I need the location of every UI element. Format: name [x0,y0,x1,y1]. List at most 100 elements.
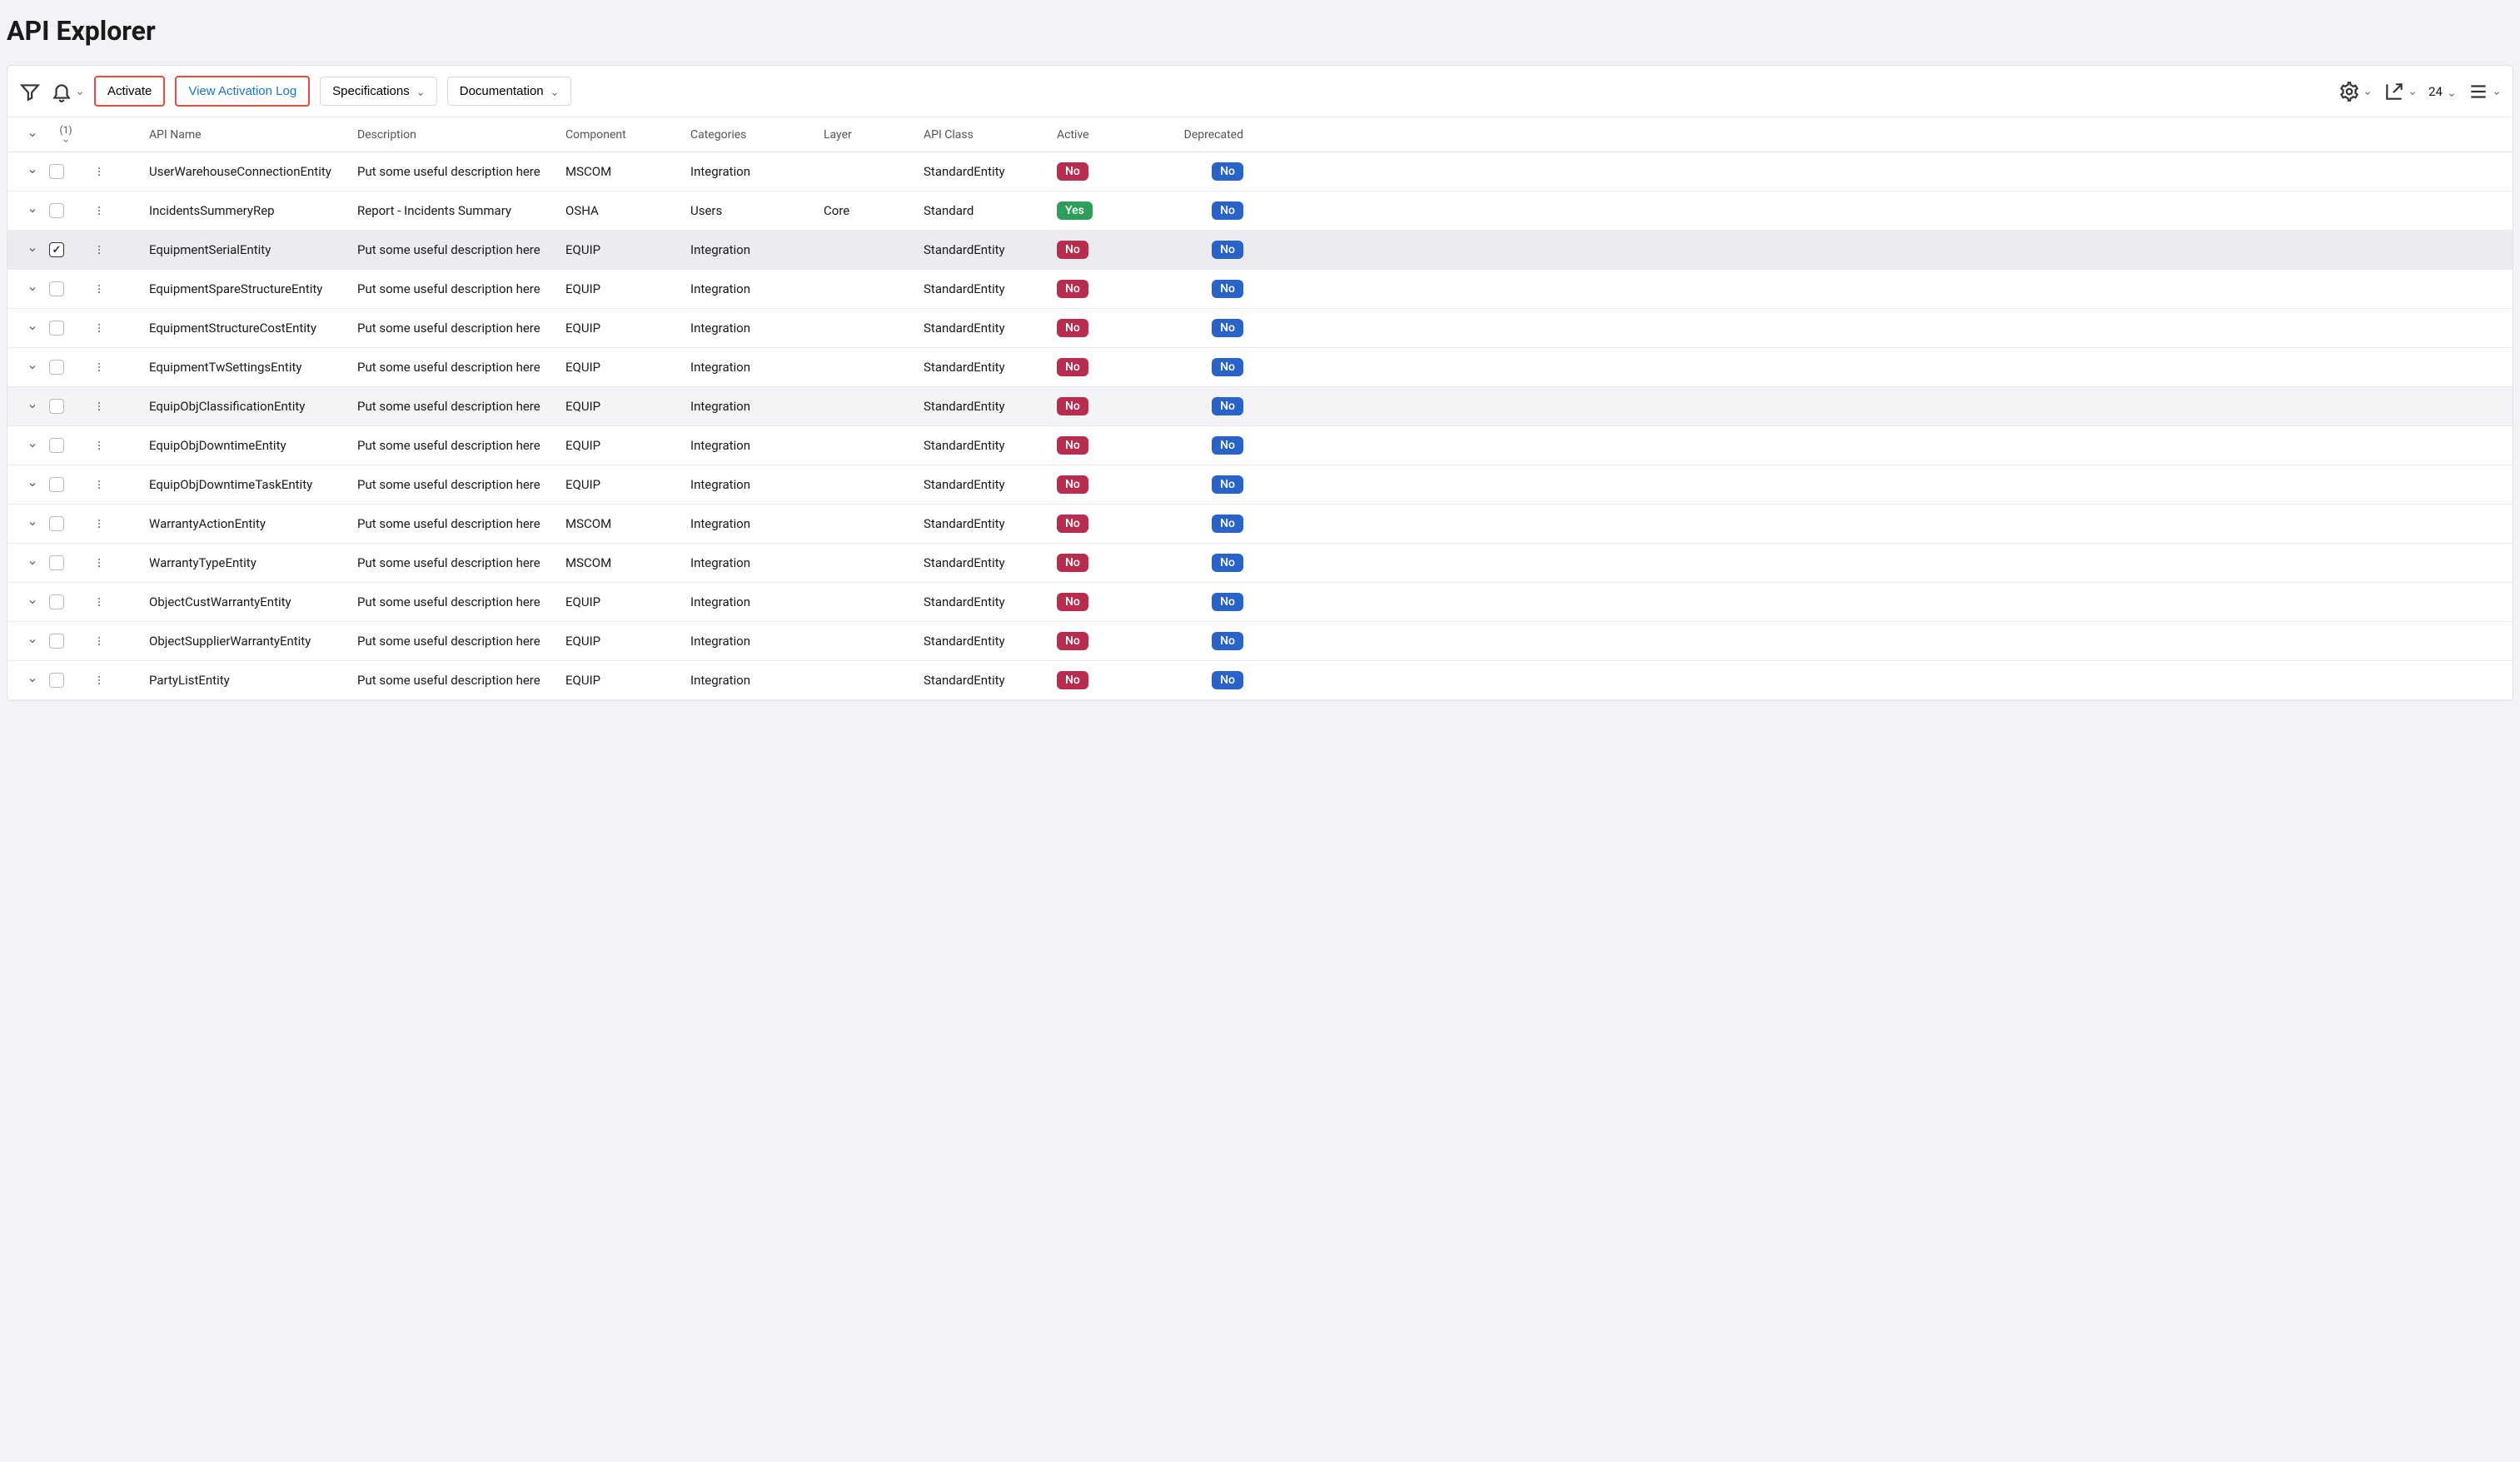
col-deprecated[interactable]: Deprecated [1173,128,1248,142]
deprecated-badge: No [1212,632,1243,650]
cell-api-name: EquipmentSerialEntity [149,242,357,257]
row-menu-button[interactable] [82,438,116,453]
table-row[interactable]: EquipmentSerialEntityPut some useful des… [7,231,2513,270]
table-row[interactable]: EquipmentTwSettingsEntityPut some useful… [7,348,2513,387]
view-mode-dropdown[interactable] [2468,81,2501,102]
deprecated-badge: No [1212,554,1243,572]
row-expand-toggle[interactable] [16,440,49,450]
row-menu-button[interactable] [82,164,116,179]
cell-api-name: UserWarehouseConnectionEntity [149,164,357,179]
cell-description: Put some useful description here [357,555,565,570]
specifications-dropdown[interactable]: Specifications [320,77,437,106]
documentation-dropdown[interactable]: Documentation [447,77,571,106]
cell-api-class: StandardEntity [924,164,1057,179]
active-badge: No [1057,162,1088,181]
row-checkbox[interactable] [49,360,64,375]
col-api-name[interactable]: API Name [149,128,357,142]
table-row[interactable]: EquipObjClassificationEntityPut some use… [7,387,2513,426]
table-row[interactable]: WarrantyTypeEntityPut some useful descri… [7,544,2513,583]
row-checkbox[interactable] [49,516,64,531]
page-size-dropdown[interactable]: 24 [2428,84,2456,99]
cell-api-class: StandardEntity [924,594,1057,609]
active-badge: No [1057,397,1088,415]
view-activation-log-button[interactable]: View Activation Log [175,76,310,107]
cell-description: Put some useful description here [357,673,565,688]
row-expand-toggle[interactable] [16,167,49,177]
col-component[interactable]: Component [565,128,690,142]
cell-component: EQUIP [565,477,690,492]
row-expand-toggle[interactable] [16,480,49,490]
table-row[interactable]: WarrantyActionEntityPut some useful desc… [7,505,2513,544]
row-menu-button[interactable] [82,516,116,531]
row-checkbox[interactable] [49,594,64,609]
row-checkbox[interactable] [49,164,64,179]
table-row[interactable]: EquipmentSpareStructureEntityPut some us… [7,270,2513,309]
table-row[interactable]: ObjectSupplierWarrantyEntityPut some use… [7,622,2513,661]
cell-description: Put some useful description here [357,321,565,336]
row-checkbox[interactable] [49,634,64,649]
expand-all-toggle[interactable] [16,130,49,140]
row-expand-toggle[interactable] [16,636,49,646]
table-row[interactable]: ObjectCustWarrantyEntityPut some useful … [7,583,2513,622]
cell-description: Put some useful description here [357,281,565,296]
col-active[interactable]: Active [1057,128,1173,142]
col-categories[interactable]: Categories [690,128,824,142]
row-menu-button[interactable] [82,281,116,296]
row-checkbox[interactable] [49,399,64,414]
row-expand-toggle[interactable] [16,675,49,685]
row-checkbox[interactable] [49,555,64,570]
table-row[interactable]: UserWarehouseConnectionEntityPut some us… [7,152,2513,191]
row-menu-button[interactable] [82,203,116,218]
row-checkbox[interactable] [49,438,64,453]
active-badge: No [1057,554,1088,572]
deprecated-badge: No [1212,397,1243,415]
active-badge: No [1057,280,1088,298]
row-expand-toggle[interactable] [16,597,49,607]
activate-button[interactable]: Activate [94,76,165,107]
row-expand-toggle[interactable] [16,558,49,568]
cell-api-class: StandardEntity [924,281,1057,296]
cell-api-name: ObjectSupplierWarrantyEntity [149,634,357,649]
row-checkbox[interactable] [49,203,64,218]
row-menu-button[interactable] [82,555,116,570]
cell-api-name: IncidentsSummeryRep [149,203,357,218]
row-checkbox[interactable] [49,673,64,688]
cell-categories: Integration [690,477,824,492]
table-row[interactable]: PartyListEntityPut some useful descripti… [7,661,2513,700]
notifications-dropdown[interactable] [51,81,84,102]
table-row[interactable]: EquipmentStructureCostEntityPut some use… [7,309,2513,348]
col-description[interactable]: Description [357,128,565,142]
table-row[interactable]: IncidentsSummeryRepReport - Incidents Su… [7,191,2513,231]
col-api-class[interactable]: API Class [924,128,1057,142]
table-row[interactable]: EquipObjDowntimeTaskEntityPut some usefu… [7,465,2513,505]
filter-icon[interactable] [19,81,41,102]
row-expand-toggle[interactable] [16,245,49,255]
cell-api-name: EquipmentSpareStructureEntity [149,281,357,296]
row-menu-button[interactable] [82,360,116,375]
cell-categories: Integration [690,673,824,688]
row-expand-toggle[interactable] [16,401,49,411]
col-layer[interactable]: Layer [824,128,924,142]
row-menu-button[interactable] [82,321,116,336]
table-row[interactable]: EquipObjDowntimeEntityPut some useful de… [7,426,2513,465]
deprecated-badge: No [1212,319,1243,337]
row-expand-toggle[interactable] [16,519,49,529]
cell-component: EQUIP [565,321,690,336]
row-menu-button[interactable] [82,242,116,257]
row-menu-button[interactable] [82,477,116,492]
row-menu-button[interactable] [82,634,116,649]
settings-dropdown[interactable] [2338,81,2372,102]
row-checkbox[interactable] [49,242,64,257]
row-checkbox[interactable] [49,477,64,492]
row-menu-button[interactable] [82,399,116,414]
row-checkbox[interactable] [49,281,64,296]
row-menu-button[interactable] [82,673,116,688]
row-menu-button[interactable] [82,594,116,609]
row-expand-toggle[interactable] [16,284,49,294]
selection-count[interactable]: (1) [49,124,82,145]
export-dropdown[interactable] [2383,81,2417,102]
row-expand-toggle[interactable] [16,323,49,333]
row-expand-toggle[interactable] [16,206,49,216]
row-checkbox[interactable] [49,321,64,336]
row-expand-toggle[interactable] [16,362,49,372]
